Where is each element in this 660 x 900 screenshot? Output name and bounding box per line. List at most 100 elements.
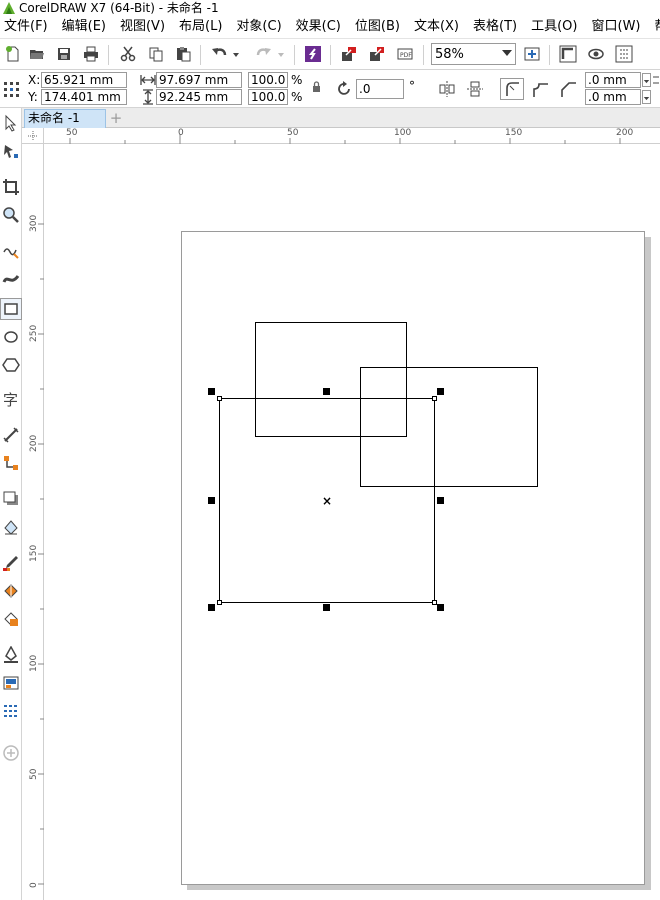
smart-fill-icon[interactable] xyxy=(0,608,22,630)
vertical-ruler[interactable]: 300 250 200 150 100 50 0 xyxy=(28,144,44,900)
import-icon[interactable] xyxy=(338,43,360,65)
drawing-canvas[interactable]: × xyxy=(44,145,660,900)
spinner-bottom-icon[interactable] xyxy=(642,90,651,104)
x-position-label: X: xyxy=(28,73,41,87)
width-icon xyxy=(140,73,156,87)
document-tab[interactable]: 未命名 -1 xyxy=(24,109,106,128)
rectangle-1[interactable] xyxy=(255,322,407,437)
publish-pdf-icon[interactable]: PDF xyxy=(394,43,416,65)
horizontal-ruler[interactable]: 50 0 50 100 150 200 xyxy=(44,128,660,144)
zoom-to-page-icon[interactable] xyxy=(521,43,543,65)
zoom-tool-icon[interactable] xyxy=(0,204,22,226)
corner-node[interactable] xyxy=(217,600,222,605)
selection-handle-middle-right[interactable] xyxy=(437,497,444,504)
rectangle-2[interactable] xyxy=(360,367,538,487)
eyedropper-tool-icon[interactable] xyxy=(0,552,22,574)
redo-icon[interactable] xyxy=(253,43,275,65)
scale-width-field[interactable]: 100.0 xyxy=(248,72,288,88)
round-corner-icon[interactable] xyxy=(500,78,524,100)
selection-handle-bottom-center[interactable] xyxy=(323,604,330,611)
object-properties-icon[interactable] xyxy=(0,700,22,722)
svg-text:字: 字 xyxy=(3,391,18,408)
color-palette-icon[interactable] xyxy=(0,672,22,694)
width-field[interactable]: 97.697 mm xyxy=(156,72,242,88)
lock-ratio-icon[interactable] xyxy=(311,80,323,94)
corner-node[interactable] xyxy=(217,396,222,401)
corner-radius-top-field[interactable]: .0 mm xyxy=(585,72,641,88)
chamfered-corner-icon[interactable] xyxy=(558,79,578,99)
drop-shadow-tool-icon[interactable] xyxy=(0,488,22,510)
menu-tools[interactable]: 工具(O) xyxy=(527,16,581,38)
menu-effects[interactable]: 效果(C) xyxy=(292,16,345,38)
open-icon[interactable] xyxy=(26,43,48,65)
pick-tool-icon[interactable] xyxy=(0,112,22,134)
selection-handle-middle-left[interactable] xyxy=(208,497,215,504)
selection-handle-bottom-right[interactable] xyxy=(437,604,444,611)
options-icon[interactable] xyxy=(613,43,635,65)
standard-toolbar: PDF 58% xyxy=(0,38,660,70)
freehand-tool-icon[interactable] xyxy=(0,240,22,262)
snap-to-icon[interactable] xyxy=(557,43,579,65)
connector-tool-icon[interactable] xyxy=(0,452,22,474)
zoom-level-select[interactable]: 58% xyxy=(431,43,516,65)
corner-lock-icon[interactable] xyxy=(652,73,660,87)
mirror-horizontal-icon[interactable] xyxy=(437,80,457,98)
menu-bitmaps[interactable]: 位图(B) xyxy=(351,16,404,38)
menu-help[interactable]: 帮 xyxy=(651,16,660,38)
export-icon[interactable] xyxy=(366,43,388,65)
corner-node[interactable] xyxy=(432,396,437,401)
copy-icon[interactable] xyxy=(145,43,167,65)
corel-connect-icon[interactable] xyxy=(302,43,324,65)
mirror-vertical-icon[interactable] xyxy=(465,80,485,98)
spinner-top-icon[interactable] xyxy=(642,73,651,87)
dimension-tool-icon[interactable] xyxy=(0,424,22,446)
object-origin-icon[interactable] xyxy=(2,80,20,98)
artistic-media-icon[interactable] xyxy=(0,268,22,290)
save-icon[interactable] xyxy=(53,43,75,65)
ruler-label: 50 xyxy=(29,768,39,780)
cut-icon[interactable] xyxy=(117,43,139,65)
text-tool-icon[interactable]: 字 xyxy=(0,388,22,410)
scalloped-corner-icon[interactable] xyxy=(530,79,550,99)
menu-view[interactable]: 视图(V) xyxy=(116,16,169,38)
new-document-icon[interactable] xyxy=(2,43,24,65)
polygon-tool-icon[interactable] xyxy=(0,354,22,376)
add-document-icon[interactable]: + xyxy=(108,110,124,126)
selection-handle-top-left[interactable] xyxy=(208,388,215,395)
redo-dropdown-icon[interactable] xyxy=(275,43,287,65)
ruler-origin[interactable] xyxy=(22,128,44,144)
y-position-field[interactable]: 174.401 mm xyxy=(41,89,127,105)
interactive-fill-icon[interactable] xyxy=(0,580,22,602)
rectangle-tool-icon[interactable] xyxy=(0,298,22,320)
outline-pen-icon[interactable] xyxy=(0,644,22,666)
menu-edit[interactable]: 编辑(E) xyxy=(58,16,110,38)
menu-layout[interactable]: 布局(L) xyxy=(175,16,226,38)
scale-height-field[interactable]: 100.0 xyxy=(248,89,288,105)
selection-handle-top-right[interactable] xyxy=(437,388,444,395)
toolbar-separator xyxy=(423,45,424,65)
undo-dropdown-icon[interactable] xyxy=(230,43,242,65)
add-tool-icon[interactable] xyxy=(0,742,22,764)
x-position-field[interactable]: 65.921 mm xyxy=(41,72,127,88)
menu-window[interactable]: 窗口(W) xyxy=(588,16,645,38)
selection-center-mark[interactable]: × xyxy=(322,495,332,507)
menu-table[interactable]: 表格(T) xyxy=(469,16,521,38)
undo-icon[interactable] xyxy=(208,43,230,65)
ellipse-tool-icon[interactable] xyxy=(0,326,22,348)
view-icon[interactable] xyxy=(585,43,607,65)
vertical-ruler-ticks xyxy=(38,223,44,885)
selection-handle-top-center[interactable] xyxy=(323,388,330,395)
print-icon[interactable] xyxy=(80,43,102,65)
corner-radius-bottom-field[interactable]: .0 mm xyxy=(585,89,641,105)
rotation-field[interactable]: .0 xyxy=(356,79,404,99)
paste-icon[interactable] xyxy=(172,43,194,65)
shape-tool-icon[interactable] xyxy=(0,140,22,162)
menu-object[interactable]: 对象(C) xyxy=(232,16,285,38)
crop-tool-icon[interactable] xyxy=(0,176,22,198)
menu-file[interactable]: 文件(F) xyxy=(0,16,52,38)
height-field[interactable]: 92.245 mm xyxy=(156,89,242,105)
ruler-label: 50 xyxy=(66,128,78,138)
menu-text[interactable]: 文本(X) xyxy=(410,16,463,38)
selection-handle-bottom-left[interactable] xyxy=(208,604,215,611)
transparency-tool-icon[interactable] xyxy=(0,516,22,538)
